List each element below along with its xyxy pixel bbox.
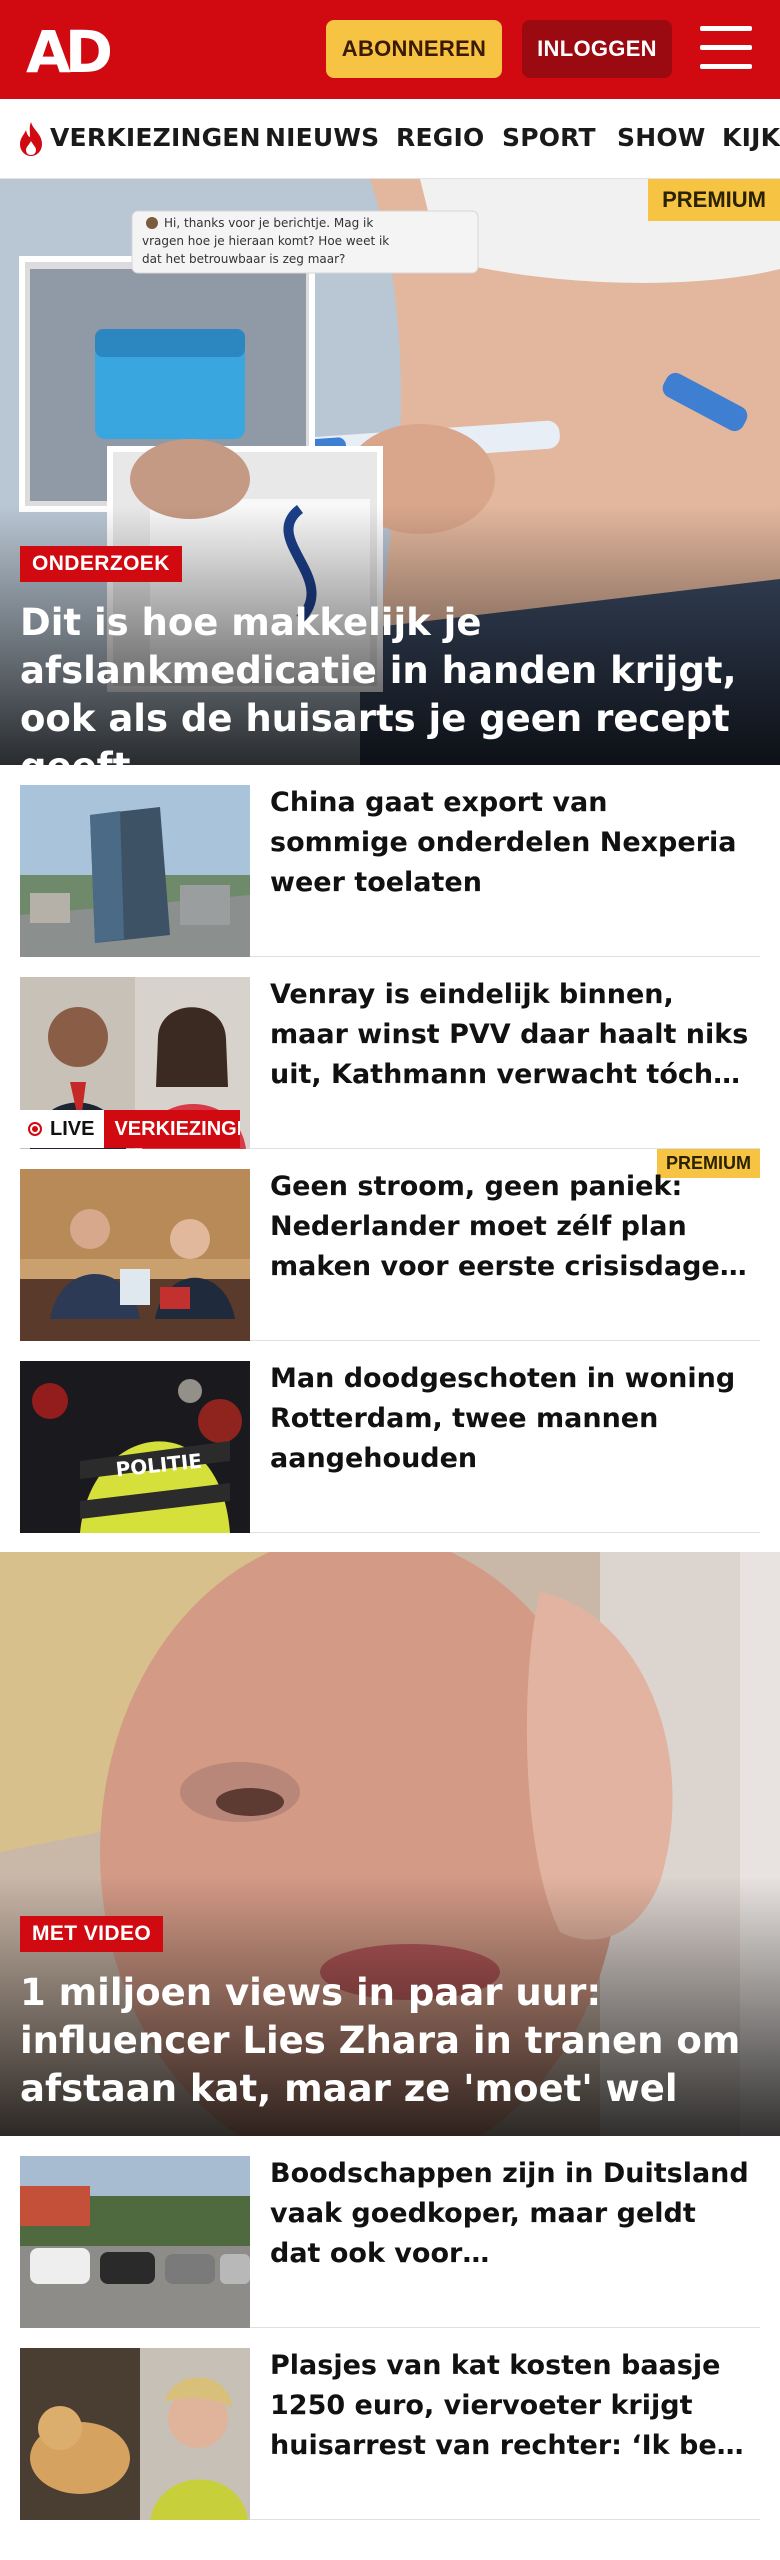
site-header: AD ABONNEREN INLOGGEN	[0, 0, 780, 99]
list-item[interactable]: Boodschappen zijn in Duitsland vaak goed…	[20, 2136, 760, 2328]
list-item[interactable]: Plasjes van kat kosten baasje 1250 euro,…	[20, 2328, 760, 2520]
section-nav: VERKIEZINGEN NIEUWS REGIO SPORT SHOW KIJ…	[0, 99, 780, 179]
article-thumbnail: POLITIE	[20, 1361, 250, 1533]
article-headline[interactable]: Plasjes van kat kosten baasje 1250 euro,…	[270, 2346, 750, 2466]
nav-item-regio[interactable]: REGIO	[396, 123, 484, 152]
article-headline[interactable]: China gaat export van sommige onderdelen…	[270, 783, 750, 903]
live-label: LIVE	[50, 1117, 95, 1140]
nav-item-verkiezingen[interactable]: VERKIEZINGEN	[50, 123, 261, 152]
live-dot-icon	[28, 1122, 42, 1136]
article-thumbnail	[20, 2348, 250, 2520]
video-badge: MET VIDEO	[20, 1916, 164, 1952]
list-item[interactable]: China gaat export van sommige onderdelen…	[20, 765, 760, 957]
article-headline[interactable]: Venray is eindelijk binnen, maar winst P…	[270, 975, 750, 1095]
list-item[interactable]: PREMIUM Geen stroom, geen paniek: Nederl…	[20, 1149, 760, 1341]
live-indicator: LIVE VERKIEZINGEN	[20, 1110, 241, 1148]
section-badge: ONDERZOEK	[20, 546, 182, 582]
login-button[interactable]: INLOGGEN	[522, 20, 672, 78]
subscribe-button[interactable]: ABONNEREN	[326, 20, 502, 78]
feature-headline[interactable]: 1 miljoen views in paar uur: influencer …	[20, 1969, 760, 2113]
nav-item-show[interactable]: SHOW	[617, 123, 706, 152]
nav-item-sport[interactable]: SPORT	[502, 123, 596, 152]
article-thumbnail	[20, 2156, 250, 2328]
premium-badge: PREMIUM	[648, 179, 780, 221]
list-item[interactable]: LIVE VERKIEZINGEN Venray is eindelijk bi…	[20, 957, 760, 1149]
hero-headline[interactable]: Dit is hoe makkelijk je afslankmedicatie…	[20, 599, 760, 765]
hamburger-menu-icon[interactable]	[700, 26, 752, 72]
svg-text:dat het betrouwbaar is zeg maa: dat het betrouwbaar is zeg maar?	[142, 252, 345, 266]
svg-text:Hi, thanks voor je berichtje.: Hi, thanks voor je berichtje. Mag ik	[164, 216, 373, 230]
svg-text:vragen hoe je hieraan komt? Ho: vragen hoe je hieraan komt? Hoe weet ik	[142, 234, 389, 248]
svg-text:AD: AD	[26, 22, 111, 78]
article-headline[interactable]: Man doodgeschoten in woning Rotterdam, t…	[270, 1359, 750, 1479]
video-feature-article[interactable]: MET VIDEO 1 miljoen views in paar uur: i…	[0, 1552, 780, 2136]
article-thumbnail	[20, 1169, 250, 1341]
article-headline[interactable]: Boodschappen zijn in Duitsland vaak goed…	[270, 2154, 750, 2274]
live-category-label: VERKIEZINGEN	[104, 1110, 241, 1148]
flame-icon	[20, 122, 42, 156]
nav-item-nieuws[interactable]: NIEUWS	[265, 123, 379, 152]
list-item[interactable]: POLITIE Man doodgeschoten in woning Rott…	[20, 1341, 760, 1533]
hero-article[interactable]: Hi, thanks voor je berichtje. Mag ik vra…	[0, 179, 780, 765]
article-thumbnail	[20, 785, 250, 957]
article-headline[interactable]: Geen stroom, geen paniek: Nederlander mo…	[270, 1167, 750, 1287]
nav-item-kijk[interactable]: KIJK	[722, 123, 780, 152]
ad-logo[interactable]: AD	[26, 22, 116, 78]
